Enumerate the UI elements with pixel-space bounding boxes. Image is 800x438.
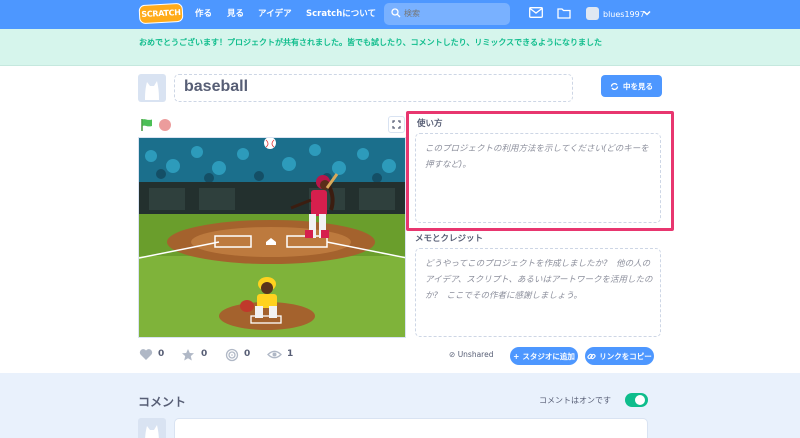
project-stage[interactable] [138, 137, 406, 338]
remix-count: 0 [244, 349, 251, 359]
comments-status-text: コメントはオンです [539, 396, 611, 405]
nav-about[interactable]: Scratchについて [306, 0, 376, 29]
add-to-studio-button[interactable]: + スタジオに追加 [510, 347, 578, 365]
fullscreen-icon [392, 120, 401, 129]
love-count: 0 [158, 349, 165, 359]
chevron-down-icon[interactable] [643, 9, 651, 17]
project-title: baseball [184, 78, 249, 95]
remix-spiral-icon [225, 348, 239, 362]
comments-toggle-knob [635, 395, 645, 405]
globe-icon: ⊘ [449, 350, 456, 359]
copy-link-label: リンクをコピー [599, 351, 652, 361]
search-icon [391, 8, 401, 18]
add-to-studio-label: スタジオに追加 [522, 351, 575, 361]
nav-explore[interactable]: 見る [227, 0, 244, 29]
baseball-scene [139, 138, 405, 337]
share-banner-text: おめでとうございます！プロジェクトが共有されました。皆でも試したり、コメントした… [139, 38, 602, 47]
stop-icon[interactable] [159, 119, 171, 131]
search-input[interactable] [404, 3, 504, 25]
share-status-label: Unshared [457, 350, 494, 359]
project-author-avatar[interactable] [138, 74, 166, 102]
my-stuff-folder-icon[interactable] [557, 7, 571, 19]
see-inside-button[interactable]: 中を見る [601, 75, 662, 97]
love-heart-icon[interactable] [139, 348, 153, 361]
cat-avatar-icon [145, 81, 159, 100]
fullscreen-button[interactable] [388, 116, 405, 133]
favorite-count: 0 [201, 349, 208, 359]
messages-icon[interactable] [529, 7, 543, 18]
notes-placeholder: どうやってこのプロジェクトを作成しましたか? 他の人のアイデア、スクリプト、ある… [425, 259, 653, 301]
comments-heading: コメント [138, 395, 187, 409]
favorite-star-icon[interactable] [181, 348, 195, 362]
highlight-frame [406, 111, 674, 231]
nav-ideas[interactable]: アイデア [258, 0, 292, 29]
comment-input[interactable] [174, 418, 648, 438]
search-box[interactable] [384, 3, 510, 25]
link-icon [587, 353, 596, 359]
commenter-avatar [138, 418, 166, 438]
see-inside-label: 中を見る [623, 81, 653, 91]
notes-heading: メモとクレジット [415, 234, 484, 244]
scratch-logo[interactable]: SCRATCH [138, 2, 184, 25]
views-eye-icon [267, 350, 282, 359]
green-flag-icon[interactable] [140, 118, 154, 132]
remix-arrows-icon [610, 82, 619, 90]
username[interactable]: blues1997 [603, 0, 645, 29]
nav-create[interactable]: 作る [195, 0, 212, 29]
copy-link-button[interactable]: リンクをコピー [585, 347, 654, 365]
view-count: 1 [287, 349, 294, 359]
user-avatar[interactable] [586, 7, 599, 20]
share-status: ⊘ Unshared [449, 350, 493, 359]
plus-icon: + [513, 351, 520, 361]
cat-avatar-icon [145, 425, 159, 438]
